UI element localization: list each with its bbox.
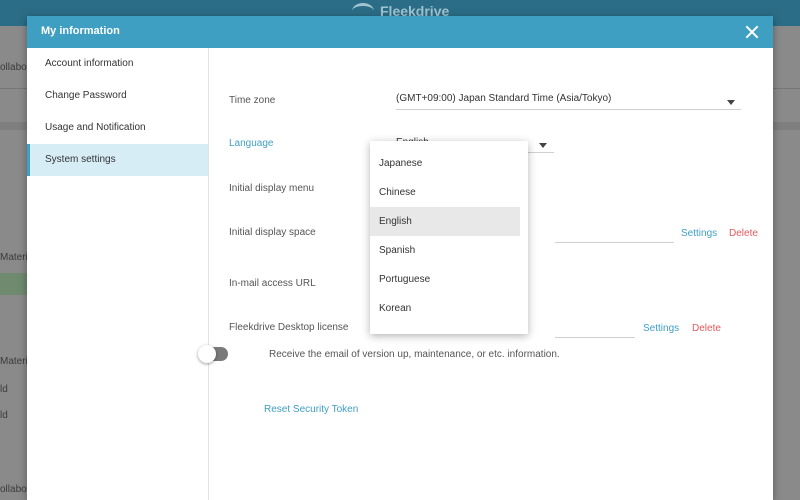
desktop-license-delete-link[interactable]: Delete: [692, 323, 721, 334]
modal-header: My information: [27, 16, 773, 48]
dropdown-option-spanish[interactable]: Spanish: [370, 236, 520, 265]
email-notification-label: Receive the email of version up, mainten…: [269, 349, 560, 360]
chevron-down-icon[interactable]: [539, 143, 547, 148]
desktop-license-label: Fleekdrive Desktop license: [229, 322, 349, 333]
initial-display-space-label: Initial display space: [229, 227, 316, 238]
language-dropdown: Japanese Chinese English Spanish Portugu…: [370, 141, 528, 334]
reset-security-token-link[interactable]: Reset Security Token: [264, 404, 358, 415]
time-zone-value: (GMT+09:00) Japan Standard Time (Asia/To…: [396, 93, 612, 104]
sidebar-item-change-password[interactable]: Change Password: [27, 80, 208, 112]
sidebar-item-system-settings[interactable]: System settings: [27, 144, 208, 176]
dropdown-option-portuguese[interactable]: Portuguese: [370, 265, 520, 294]
sidebar-item-account-information[interactable]: Account information: [27, 48, 208, 80]
dropdown-option-english[interactable]: English: [370, 207, 520, 236]
background-fragment: ollabo: [0, 484, 27, 495]
background-fragment: ld: [0, 410, 8, 421]
time-zone-label: Time zone: [229, 95, 276, 106]
background-fragment: ollabo: [0, 62, 27, 73]
background-fragment: ld: [0, 384, 8, 395]
background-fragment: Materi: [0, 252, 28, 263]
time-zone-select[interactable]: [396, 109, 741, 110]
dropdown-option-chinese[interactable]: Chinese: [370, 178, 520, 207]
background-fragment: Materi: [0, 356, 28, 367]
dropdown-option-korean[interactable]: Korean: [370, 294, 520, 323]
chevron-down-icon[interactable]: [727, 100, 735, 105]
desktop-license-field[interactable]: [555, 337, 635, 338]
initial-display-space-settings-link[interactable]: Settings: [681, 228, 717, 239]
settings-sidebar: Account information Change Password Usag…: [27, 48, 209, 500]
sidebar-item-usage-and-notification[interactable]: Usage and Notification: [27, 112, 208, 144]
email-notification-toggle[interactable]: [198, 345, 228, 363]
initial-display-space-delete-link[interactable]: Delete: [729, 228, 758, 239]
toggle-knob: [198, 345, 216, 363]
dropdown-option-japanese[interactable]: Japanese: [370, 149, 520, 178]
close-icon[interactable]: [743, 23, 761, 41]
in-mail-access-url-label: In-mail access URL: [229, 278, 316, 289]
background-highlight: [0, 273, 28, 295]
modal-title: My information: [41, 25, 120, 37]
initial-display-menu-label: Initial display menu: [229, 183, 315, 194]
initial-display-space-field[interactable]: [555, 242, 674, 243]
desktop-license-settings-link[interactable]: Settings: [643, 323, 679, 334]
language-label: Language: [229, 138, 274, 149]
